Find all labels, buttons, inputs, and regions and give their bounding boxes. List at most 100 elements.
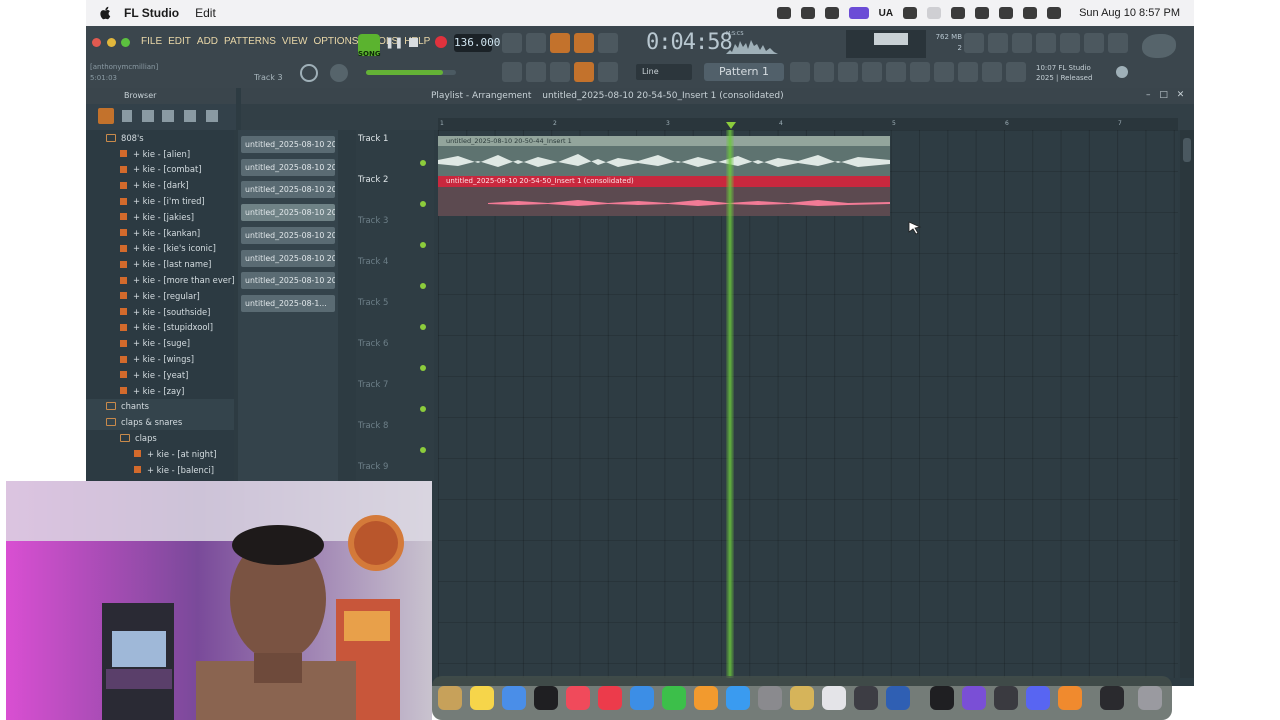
track-header[interactable]: Track 3: [356, 212, 432, 252]
track-mute-led[interactable]: [420, 283, 426, 289]
browser-item[interactable]: 808's: [86, 130, 234, 146]
track-mute-led[interactable]: [420, 406, 426, 412]
tools-icon[interactable]: [958, 62, 978, 82]
track-header[interactable]: Track 6: [356, 335, 432, 375]
app-menu-name[interactable]: FL Studio: [124, 6, 179, 20]
recent-app-icon[interactable]: [1100, 686, 1124, 710]
playhead-marker-icon[interactable]: [726, 122, 736, 129]
metronome-icon[interactable]: [502, 33, 522, 53]
picker-clip-item[interactable]: untitled_2025-08-10 20...: [241, 249, 335, 267]
picker-clip-item[interactable]: untitled_2025-08-10 20...: [241, 136, 335, 153]
browser-clock-icon[interactable]: [162, 110, 174, 122]
window-icon[interactable]: [951, 7, 966, 19]
browser-item[interactable]: + kie - [alien]: [86, 146, 234, 162]
browser-item[interactable]: + kie - [last name]: [86, 256, 234, 272]
track-mute-led[interactable]: [420, 242, 426, 248]
track-mute-led[interactable]: [420, 365, 426, 371]
audio-clip-1-title[interactable]: untitled_2025-08-10 20-50-44_Insert 1: [438, 136, 890, 146]
save-icon[interactable]: [1060, 33, 1080, 53]
picker-clip-item[interactable]: untitled_2025-08-10 20...: [241, 272, 335, 290]
close-window-button[interactable]: [92, 38, 101, 47]
chrome-dock-icon[interactable]: [994, 686, 1018, 710]
news-app-icon[interactable]: [598, 686, 622, 710]
playlist-vertical-scrollbar[interactable]: [1180, 130, 1194, 678]
menu-add[interactable]: ADD: [197, 36, 218, 47]
menu-file[interactable]: FILE: [141, 36, 162, 47]
playlist-title[interactable]: Playlist - Arrangement: [431, 91, 531, 101]
minimize-window-button[interactable]: [107, 38, 116, 47]
pattern-selector[interactable]: Pattern 1: [704, 63, 784, 81]
discord-icon[interactable]: [1026, 686, 1050, 710]
browser-item[interactable]: + kie - [zay]: [86, 383, 234, 399]
track-header[interactable]: Track 7: [356, 376, 432, 416]
pause-icon[interactable]: ❚❚: [385, 34, 403, 52]
control-center-icon[interactable]: [1047, 7, 1062, 19]
cut-tool-icon[interactable]: [988, 33, 1008, 53]
plugin-icon[interactable]: [1084, 33, 1104, 53]
picker-clip-item[interactable]: untitled_2025-08-10 20...: [241, 181, 335, 199]
minimize-panel-icon[interactable]: –: [1146, 90, 1151, 100]
browser-item[interactable]: claps: [86, 430, 234, 446]
playlist-breadcrumb[interactable]: untitled_2025-08-10 20-54-50_Insert 1 (c…: [542, 91, 783, 101]
song-mode-button[interactable]: SONG: [358, 34, 381, 58]
numbers-icon[interactable]: [662, 686, 686, 710]
chrome-icon[interactable]: [824, 7, 839, 19]
menu-options[interactable]: OPTIONS: [313, 36, 358, 47]
app-store-icon[interactable]: [726, 686, 750, 710]
download-icon[interactable]: [1108, 33, 1128, 53]
track-mute-led[interactable]: [420, 324, 426, 330]
picker-clip-item[interactable]: untitled_2025-08-1...: [241, 294, 335, 312]
preview-icon[interactable]: [822, 686, 846, 710]
pencil-icon[interactable]: [550, 62, 570, 82]
browser-all-icon[interactable]: [98, 108, 114, 124]
diamond-icon[interactable]: [903, 7, 918, 19]
browser-title[interactable]: Browser: [124, 91, 156, 100]
browser-item[interactable]: + kie - [regular]: [86, 288, 234, 304]
mixer-icon[interactable]: [838, 62, 858, 82]
snap-select[interactable]: Line: [636, 64, 692, 80]
menu-edit[interactable]: Edit: [195, 6, 216, 20]
maximize-panel-icon[interactable]: □: [1159, 90, 1168, 100]
browser-item[interactable]: claps & snares: [86, 414, 234, 431]
menu-patterns[interactable]: PATTERNS: [224, 36, 276, 47]
menu-view[interactable]: VIEW: [282, 36, 308, 47]
song-time-display[interactable]: 0:04:58: [646, 30, 733, 56]
audio-midi-icon[interactable]: [854, 686, 878, 710]
browser-item[interactable]: + kie - [suge]: [86, 335, 234, 351]
notes-icon[interactable]: [470, 686, 494, 710]
blend-notes-icon[interactable]: [574, 33, 594, 53]
plugin-db-icon[interactable]: [910, 62, 930, 82]
browser-file-icon[interactable]: [122, 110, 132, 122]
zoom-window-button[interactable]: [121, 38, 130, 47]
browser-item[interactable]: + kie - [yeat]: [86, 367, 234, 383]
playhead[interactable]: [726, 130, 734, 678]
audio-clip-2-title[interactable]: untitled_2025-08-10 20-54-50_Insert 1 (c…: [438, 176, 890, 187]
browser-cloud-icon[interactable]: [184, 110, 196, 122]
track-mute-led[interactable]: [420, 201, 426, 207]
master-volume-knob[interactable]: [330, 64, 348, 82]
screen-share-icon[interactable]: [848, 7, 869, 19]
picker-clip-item[interactable]: untitled_2025-08-10 20...: [241, 226, 335, 244]
battery-icon[interactable]: [975, 7, 990, 19]
wifi-icon[interactable]: [999, 7, 1014, 19]
close-panel-icon[interactable]: ✕: [1177, 90, 1185, 100]
mic-icon[interactable]: [1012, 33, 1032, 53]
freeform-icon[interactable]: [502, 686, 526, 710]
menubar-clock[interactable]: Sun Aug 10 8:57 PM: [1079, 7, 1180, 19]
tempo-display[interactable]: 136.000: [454, 34, 500, 52]
browser-back-icon[interactable]: [142, 110, 154, 122]
system-settings-icon[interactable]: [758, 686, 782, 710]
ua-icon[interactable]: UA: [879, 8, 893, 19]
keynote-icon[interactable]: [630, 686, 654, 710]
browser-item[interactable]: + kie - [kie's iconic]: [86, 241, 234, 257]
browser-item[interactable]: + kie - [dark]: [86, 177, 234, 193]
finder-icon[interactable]: [438, 686, 462, 710]
wait-input-icon[interactable]: [526, 33, 546, 53]
touch-icon[interactable]: [982, 62, 1002, 82]
search-icon[interactable]: [1023, 7, 1038, 19]
picker-clip-item[interactable]: untitled_2025-08-10 20...: [241, 158, 335, 176]
browser-item[interactable]: + kie - [jakies]: [86, 209, 234, 225]
apple-tv-icon[interactable]: [534, 686, 558, 710]
browser-item[interactable]: + kie - [at night]: [86, 446, 234, 462]
loop-record-icon[interactable]: [598, 33, 618, 53]
